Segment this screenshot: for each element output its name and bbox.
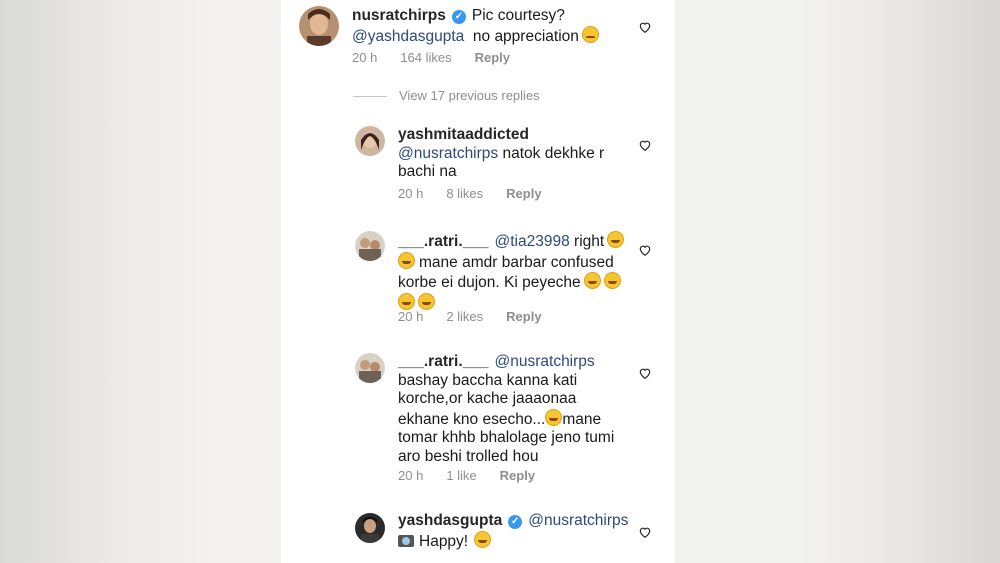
reply-username[interactable]: yashmitaaddicted (398, 126, 529, 143)
winking-emoji-icon (474, 530, 492, 548)
avatar[interactable] (355, 231, 385, 261)
reply-text-line5: aro beshi trolled hou (398, 447, 539, 465)
heart-outline-icon[interactable] (638, 138, 652, 152)
laughing-emoji-icon (583, 272, 601, 289)
reply-text-line3b: mane (562, 410, 602, 428)
heart-outline-icon[interactable] (638, 20, 652, 34)
reply-username[interactable]: ___.ratri.___ (398, 353, 489, 370)
reply-item: ___.ratri.___ @tia23998 right mane amdr b… (281, 223, 675, 333)
reply-text-line2: mane amdr barbar confused (419, 253, 614, 271)
comment-likes[interactable]: 164 likes (400, 50, 451, 65)
reply-mention[interactable]: @tia23998 (495, 233, 570, 250)
verified-badge-icon: ✓ (451, 10, 466, 24)
reply-text-line1: bashay baccha kanna kati (398, 371, 578, 389)
reply-item: yashmitaaddicted @nusratchirps natok dek… (281, 118, 675, 208)
reply-username[interactable]: yashdasgupta (398, 512, 502, 529)
view-replies-label[interactable]: View 17 previous replies (399, 88, 540, 103)
reply-meta: 20 h 1 like Reply (398, 468, 558, 483)
avatar[interactable] (355, 513, 385, 543)
sad-face-emoji-icon (581, 25, 599, 43)
reply-meta: 20 h 8 likes Reply (398, 186, 565, 201)
reply-username[interactable]: ___.ratri.___ (398, 233, 489, 250)
reply-text: Happy! (419, 532, 469, 550)
reply-body: yashdasgupta ✓ @nusratchirps Happy! (398, 512, 633, 551)
laughing-emoji-icon (603, 272, 621, 289)
reply-button[interactable]: Reply (506, 309, 541, 324)
avatar[interactable] (299, 6, 339, 46)
comment-meta: 20 h 164 likes Reply (352, 50, 533, 65)
reply-likes[interactable]: 1 like (446, 468, 476, 483)
reply-time: 20 h (398, 309, 424, 324)
reply-body: yashmitaaddicted @nusratchirps natok dek… (398, 126, 628, 182)
comments-panel: nusratchirps ✓ Pic courtesy? @yashdasgupta… (281, 0, 675, 563)
heart-outline-icon[interactable] (638, 525, 652, 539)
reply-item: yashdasgupta ✓ @nusratchirps Happy! (281, 508, 675, 563)
divider-line (353, 96, 387, 98)
verified-badge-icon: ✓ (508, 515, 523, 529)
comment-body: nusratchirps ✓ Pic courtesy? @yashdasgupta… (352, 7, 637, 46)
heart-outline-icon[interactable] (638, 366, 652, 380)
heart-outline-icon[interactable] (638, 243, 652, 257)
reply-body: ___.ratri.___ @nusratchirps bashay baccha… (398, 353, 633, 466)
rofl-emoji-icon (418, 292, 435, 310)
reply-item: ___.ratri.___ @nusratchirps bashay baccha… (281, 347, 675, 492)
reply-meta: 20 h 2 likes Reply (398, 309, 565, 324)
reply-text-line4: tomar khhb bhalolage jeno tumi (398, 429, 615, 446)
reply-body: ___.ratri.___ @tia23998 right mane amdr b… (398, 231, 633, 313)
reply-text-line2: korche,or kache jaaaonaa (398, 390, 577, 407)
laughing-emoji-icon (398, 251, 415, 269)
laughing-emoji-icon (545, 408, 563, 426)
avatar[interactable] (355, 126, 385, 156)
reply-text-line2: bachi na (398, 163, 457, 180)
comment-username[interactable]: nusratchirps (352, 7, 446, 24)
reply-mention[interactable]: @nusratchirps (528, 512, 628, 529)
reply-time: 20 h (398, 186, 424, 201)
reply-likes[interactable]: 8 likes (446, 186, 483, 201)
reply-text: right (574, 233, 605, 250)
avatar[interactable] (355, 353, 385, 383)
reply-text-line3: korbe ei dujon. Ki peyeche (398, 274, 581, 291)
comment-item: nusratchirps ✓ Pic courtesy? @yashdasgupta… (281, 0, 675, 70)
laughing-emoji-icon (398, 292, 415, 310)
comment-time: 20 h (352, 50, 378, 65)
reply-button[interactable]: Reply (475, 50, 510, 65)
reply-text-line3: ekhane kno esecho... (398, 410, 546, 428)
comment-mention[interactable]: @yashdasgupta (352, 28, 464, 45)
reply-time: 20 h (398, 468, 424, 483)
reply-text: natok dekhke r (502, 144, 605, 162)
view-previous-replies[interactable]: View 17 previous replies (353, 88, 540, 103)
camera-emoji-icon (398, 534, 414, 547)
comment-text-2: no appreciation (472, 27, 579, 45)
reply-mention[interactable]: @nusratchirps (398, 145, 498, 162)
reply-button[interactable]: Reply (506, 186, 541, 201)
reply-likes[interactable]: 2 likes (446, 309, 483, 324)
reply-button[interactable]: Reply (500, 468, 535, 483)
comment-text: Pic courtesy? (471, 7, 565, 24)
laughing-emoji-icon (607, 231, 625, 248)
reply-mention[interactable]: @nusratchirps (495, 353, 595, 370)
